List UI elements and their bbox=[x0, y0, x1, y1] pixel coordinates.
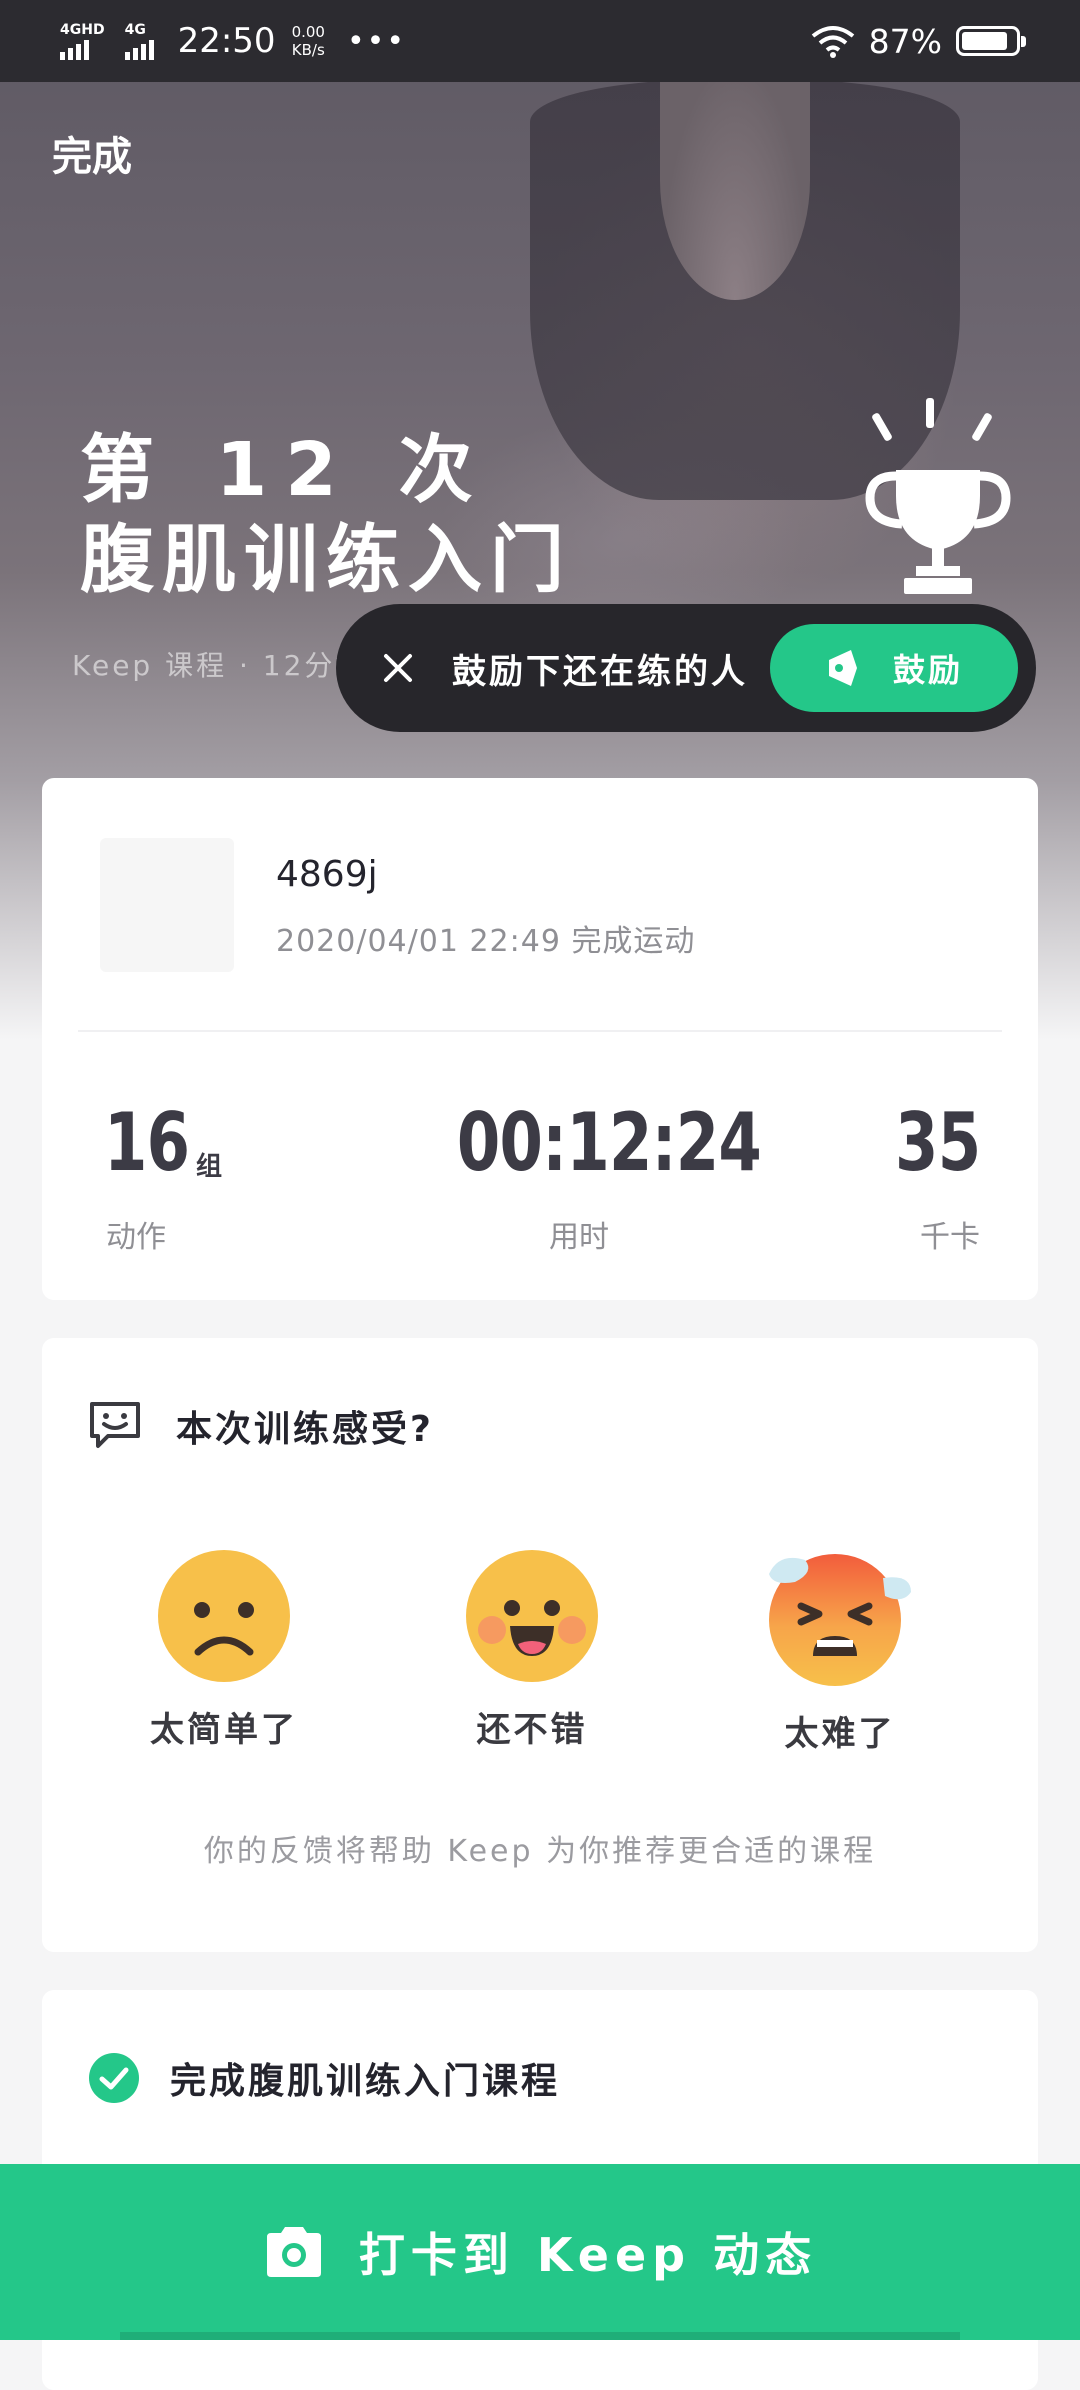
wifi-icon bbox=[811, 26, 854, 58]
exhausted-emoji-icon bbox=[769, 1554, 911, 1686]
calories-value: 35 bbox=[894, 1096, 981, 1189]
trophy-icon bbox=[865, 398, 1011, 594]
course-title: 腹肌训练入门 bbox=[80, 517, 572, 603]
encourage-text: 鼓励下还在练的人 bbox=[452, 651, 748, 692]
network-type-2: 4G bbox=[124, 22, 146, 38]
more-notifications-icon: ••• bbox=[346, 23, 407, 59]
camera-icon bbox=[266, 2227, 321, 2277]
done-button[interactable]: 完成 bbox=[52, 124, 132, 182]
duration-label: 用时 bbox=[549, 1220, 609, 1255]
groups-value: 16 bbox=[104, 1096, 190, 1189]
signal-bars-icon bbox=[60, 38, 89, 60]
task-label: 完成腹肌训练入门课程 bbox=[170, 2061, 561, 2102]
network-speed: 0.00 KB/s bbox=[292, 23, 325, 59]
feedback-note: 你的反馈将帮助 Keep 为你推荐更合适的课程 bbox=[203, 1834, 877, 1869]
hero-photo-detail bbox=[660, 60, 810, 300]
checkin-label: 打卡到 Keep 动态 bbox=[358, 2228, 818, 2282]
stat-calories: 35 千卡 bbox=[871, 1096, 981, 1255]
groups-unit: 组 bbox=[196, 1152, 223, 1182]
signal-2: 4G bbox=[124, 22, 154, 60]
avatar[interactable] bbox=[100, 838, 234, 972]
groups-label: 动作 bbox=[106, 1220, 166, 1255]
encourage-banner: 鼓励下还在练的人 鼓励 bbox=[336, 604, 1036, 732]
stat-groups: 16 组 动作 bbox=[104, 1096, 222, 1255]
status-bar: 4GHD 4G 22:50 0.00 KB/s ••• 87% bbox=[0, 0, 1080, 82]
bottom-strip bbox=[120, 2332, 960, 2340]
feedback-option-label: 太难了 bbox=[784, 1714, 896, 1754]
status-right: 87% bbox=[811, 0, 1026, 82]
speed-unit: KB/s bbox=[291, 41, 325, 59]
stat-duration: 00:12:24 用时 bbox=[414, 1096, 762, 1255]
feedback-option-easy[interactable]: 太简单了 bbox=[124, 1548, 324, 1751]
signal-1: 4GHD bbox=[60, 22, 105, 60]
check-circle-icon bbox=[89, 2053, 139, 2103]
calories-label: 千卡 bbox=[920, 1220, 980, 1255]
feedback-card: 本次训练感受? 太简单了 还不错 太难了 你的反馈将帮助 Keep 为你推荐更合… bbox=[42, 1338, 1038, 1952]
close-icon[interactable] bbox=[378, 648, 418, 688]
encourage-button[interactable]: 鼓励 bbox=[770, 624, 1018, 712]
feedback-option-hard[interactable]: 太难了 bbox=[740, 1548, 940, 1755]
summary-card: 4869j 2020/04/01 22:49 完成运动 16 组 动作 00:1… bbox=[42, 778, 1038, 1300]
feedback-title: 本次训练感受? bbox=[176, 1409, 434, 1450]
feedback-option-label: 太简单了 bbox=[150, 1710, 298, 1750]
course-meta: Keep 课程 · 12分钟 bbox=[72, 649, 367, 682]
completed-at: 2020/04/01 22:49 完成运动 bbox=[276, 924, 696, 959]
username: 4869j bbox=[276, 854, 378, 895]
signal-bars-icon bbox=[124, 38, 154, 60]
signal-indicators: 4GHD 4G bbox=[60, 22, 168, 60]
duration-value: 00:12:24 bbox=[456, 1096, 762, 1189]
feedback-option-good[interactable]: 还不错 bbox=[432, 1548, 632, 1751]
encourage-button-label: 鼓励 bbox=[892, 651, 963, 689]
happy-emoji-icon bbox=[466, 1550, 598, 1682]
clock: 22:50 bbox=[177, 21, 276, 61]
feedback-header: 本次训练感受? bbox=[88, 1400, 434, 1452]
battery-percent: 87% bbox=[868, 21, 942, 61]
smiley-chat-icon bbox=[90, 1402, 140, 1448]
frown-emoji-icon bbox=[158, 1550, 290, 1682]
divider bbox=[78, 1030, 1002, 1032]
network-type-1: 4GHD bbox=[60, 22, 105, 38]
task-item: 完成腹肌训练入门课程 bbox=[88, 2052, 560, 2104]
feedback-option-label: 还不错 bbox=[476, 1710, 588, 1750]
megaphone-icon bbox=[828, 650, 857, 686]
battery-icon bbox=[956, 26, 1026, 56]
speed-value: 0.00 bbox=[291, 23, 325, 41]
checkin-button[interactable]: 打卡到 Keep 动态 bbox=[0, 2164, 1080, 2340]
